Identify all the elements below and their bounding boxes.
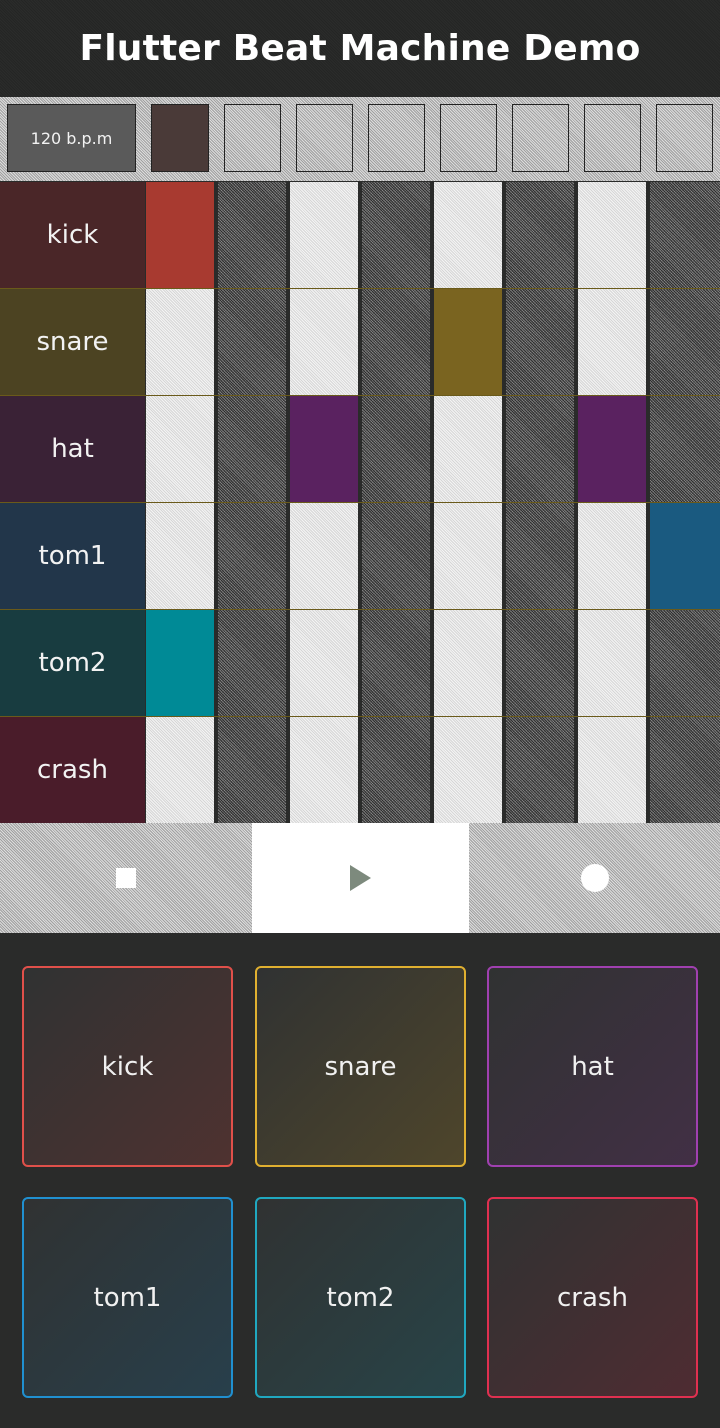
step-cell[interactable] [434,396,502,502]
track-row-tom2: tom2 [0,610,720,717]
track-label[interactable]: tom2 [0,610,145,716]
step-cell[interactable] [146,610,214,716]
step-cell[interactable] [362,610,430,716]
step-cell[interactable] [290,289,358,395]
transport-bar [0,823,720,933]
app-title: Flutter Beat Machine Demo [79,28,641,69]
track-row-tom1: tom1 [0,503,720,610]
pad-snare[interactable]: snare [255,966,466,1167]
step-cell[interactable] [578,289,646,395]
pad-tom2[interactable]: tom2 [255,1197,466,1398]
step-cell[interactable] [650,289,720,395]
step-cell[interactable] [218,503,286,609]
step-cell[interactable] [218,396,286,502]
step-cell[interactable] [434,610,502,716]
pad-label: crash [557,1282,628,1313]
step-indicator-active [151,104,209,172]
step-cell[interactable] [578,503,646,609]
bpm-label: 120 b.p.m [30,128,113,148]
pad-label: tom1 [93,1282,162,1313]
bpm-display[interactable]: 120 b.p.m [7,104,136,172]
step-cell[interactable] [506,503,574,609]
pad-label: hat [571,1051,614,1082]
step-cell[interactable] [146,182,214,288]
step-cell[interactable] [146,503,214,609]
pad-crash[interactable]: crash [487,1197,698,1398]
step-cell[interactable] [362,182,430,288]
step-indicator [440,104,497,172]
step-cell[interactable] [578,717,646,823]
step-cell[interactable] [578,610,646,716]
step-cell[interactable] [434,182,502,288]
track-label[interactable]: crash [0,717,145,823]
step-cell[interactable] [650,717,720,823]
track-label[interactable]: hat [0,396,145,502]
step-cell[interactable] [362,396,430,502]
step-indicator [512,104,569,172]
step-cell[interactable] [362,289,430,395]
step-cell[interactable] [218,182,286,288]
step-indicator-bar: 120 b.p.m [0,97,720,181]
step-cell[interactable] [146,289,214,395]
track-label[interactable]: tom1 [0,503,145,609]
step-cell[interactable] [290,503,358,609]
track-row-crash: crash [0,717,720,824]
step-cell[interactable] [506,289,574,395]
track-row-snare: snare [0,289,720,396]
step-cell[interactable] [218,610,286,716]
record-icon [580,864,609,892]
step-cell[interactable] [290,182,358,288]
play-button[interactable] [252,823,469,933]
step-cell[interactable] [362,717,430,823]
step-cell[interactable] [218,717,286,823]
stop-icon [116,868,136,888]
step-cell[interactable] [146,396,214,502]
play-icon [350,865,371,891]
step-cell[interactable] [218,289,286,395]
step-cell[interactable] [506,182,574,288]
step-cell[interactable] [362,503,430,609]
step-indicator [656,104,713,172]
step-cell[interactable] [506,610,574,716]
step-cell[interactable] [146,717,214,823]
pad-hat[interactable]: hat [487,966,698,1167]
track-label[interactable]: kick [0,182,145,288]
step-cell[interactable] [650,610,720,716]
step-cell[interactable] [290,717,358,823]
app-bar: Flutter Beat Machine Demo [0,0,720,97]
track-row-kick: kick [0,182,720,289]
step-indicator [224,104,281,172]
step-cell[interactable] [290,396,358,502]
step-cell[interactable] [434,503,502,609]
step-indicator [296,104,353,172]
step-cell[interactable] [578,182,646,288]
track-label[interactable]: snare [0,289,145,395]
pad-label: snare [324,1051,397,1082]
step-indicator [368,104,425,172]
step-cell[interactable] [290,610,358,716]
pad-label: kick [101,1051,154,1082]
step-cell[interactable] [578,396,646,502]
step-cell[interactable] [650,396,720,502]
record-button[interactable] [469,823,720,933]
step-cell[interactable] [506,717,574,823]
step-indicator [584,104,641,172]
track-row-hat: hat [0,396,720,503]
pad-tom1[interactable]: tom1 [22,1197,233,1398]
drum-pads: kick snare hat tom1 tom2 crash [0,936,720,1428]
step-cell[interactable] [434,289,502,395]
step-cell[interactable] [650,503,720,609]
sequencer: 120 b.p.m kick snare hat tom1 tom2 crash [0,97,720,936]
step-cell[interactable] [506,396,574,502]
step-cell[interactable] [650,182,720,288]
pad-kick[interactable]: kick [22,966,233,1167]
stop-button[interactable] [0,823,252,933]
pad-label: tom2 [326,1282,395,1313]
step-cell[interactable] [434,717,502,823]
